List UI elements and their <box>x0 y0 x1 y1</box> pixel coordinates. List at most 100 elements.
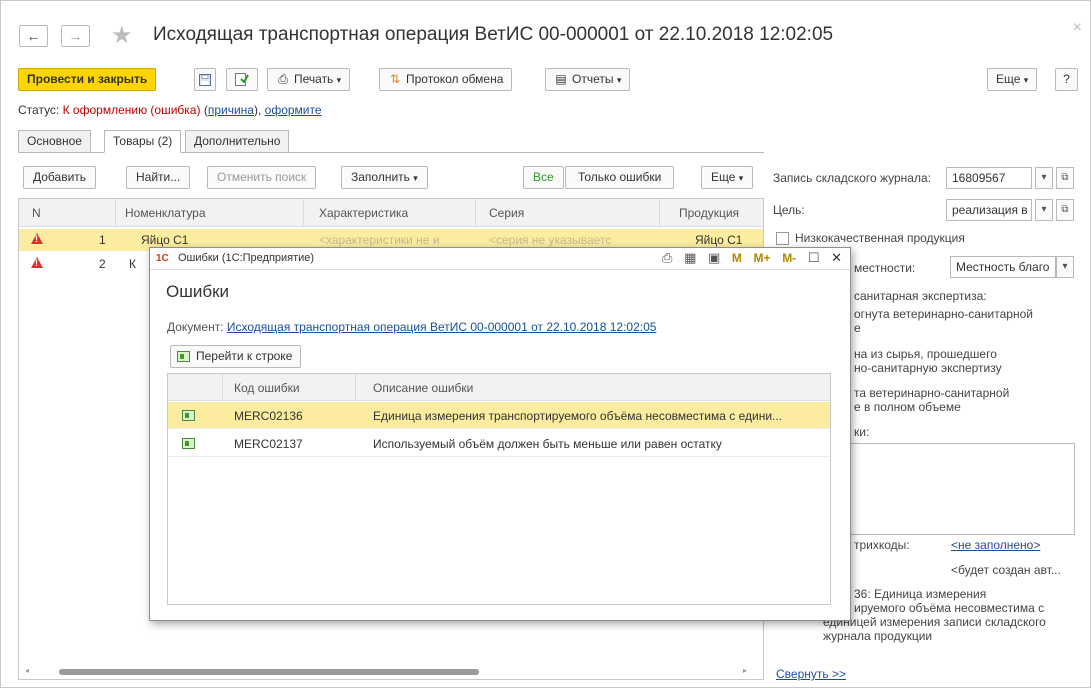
col-error-description[interactable]: Описание ошибки <box>373 381 473 395</box>
exchange-protocol-button[interactable]: ⇅ Протокол обмена <box>379 68 513 91</box>
scroll-left-icon[interactable]: ◂ <box>25 666 29 675</box>
vet-option-2[interactable]: на из сырья, прошедшего но-санитарную экс… <box>854 347 1002 375</box>
calendar-icon[interactable]: ▣ <box>708 250 720 265</box>
error-message-line-4: журнала продукции <box>823 629 933 643</box>
row-link-icon <box>182 410 195 421</box>
maximize-icon[interactable]: ☐ <box>808 250 820 265</box>
reports-button[interactable]: ▤ Отчеты ▾ <box>545 68 631 91</box>
journal-record-label: Запись складского журнала: <box>773 171 931 185</box>
horizontal-scrollbar[interactable]: ◂ ▸ <box>19 665 763 679</box>
goto-row-button[interactable]: Перейти к строке <box>170 345 302 368</box>
col-separator <box>355 374 356 401</box>
fill-label: Заполнить <box>351 170 410 184</box>
favorite-star-icon[interactable]: ★ <box>111 21 133 50</box>
add-button[interactable]: Добавить <box>23 166 97 189</box>
memory-minus-button[interactable]: M- <box>782 251 796 265</box>
back-arrow-icon: ← <box>26 28 41 44</box>
floppy-icon <box>199 74 211 86</box>
vet-option-3[interactable]: та ветеринарно-санитарной е в полном объе… <box>854 386 1009 414</box>
collapse-link[interactable]: Свернуть >> <box>776 667 846 681</box>
barcodes-link[interactable]: <не заполнено> <box>951 538 1040 552</box>
save-button[interactable] <box>194 68 216 91</box>
barcodes-label: трихкоды: <box>854 538 910 552</box>
error-code: MERC02137 <box>234 437 303 451</box>
close-icon[interactable]: × <box>1073 19 1082 37</box>
col-separator <box>659 199 660 227</box>
more-button[interactable]: Еще ▾ <box>987 68 1038 91</box>
open-icon[interactable]: ⧉ <box>1056 167 1074 189</box>
post-icon <box>235 73 249 86</box>
app-logo-icon: 1С <box>156 253 169 264</box>
chevron-down-icon: ▾ <box>336 75 342 85</box>
chevron-down-icon[interactable]: ▾ <box>1056 256 1074 278</box>
low-quality-checkbox[interactable] <box>776 232 789 245</box>
forward-button[interactable]: → <box>61 25 90 47</box>
find-button[interactable]: Найти... <box>126 166 191 189</box>
reason-link[interactable]: причина <box>208 103 254 117</box>
col-characteristic[interactable]: Характеристика <box>319 206 408 220</box>
warning-icon <box>31 257 43 268</box>
goal-label: Цель: <box>773 203 805 217</box>
vet-option-1-line-2: е <box>854 321 861 335</box>
print-label: Печать <box>294 72 334 86</box>
table-row[interactable]: MERC02137 Используемый объём должен быть… <box>168 430 830 457</box>
status-separator: , <box>257 103 265 117</box>
document-window: ← → ★ Исходящая транспортная операция Ве… <box>0 0 1091 688</box>
locality-field[interactable]: Местность благо <box>950 256 1056 278</box>
vet-expertise-label: санитарная экспертиза: <box>854 289 987 303</box>
tab-main[interactable]: Основное <box>18 130 91 153</box>
memory-button[interactable]: M <box>732 251 742 265</box>
table-row[interactable]: MERC02136 Единица измерения транспортиру… <box>168 402 830 429</box>
post-button[interactable] <box>226 68 258 91</box>
col-separator <box>115 199 116 227</box>
col-error-code[interactable]: Код ошибки <box>234 381 300 395</box>
printer-icon[interactable]: ⎙ <box>662 250 672 265</box>
row-nomenclature: Яйцо С1 <box>141 233 189 247</box>
open-icon[interactable]: ⧉ <box>1056 199 1074 221</box>
scroll-thumb[interactable] <box>59 669 479 675</box>
error-message-continued: единицей измерения записи складского жур… <box>823 615 1046 643</box>
post-and-close-button[interactable]: Провести и закрыть <box>18 68 157 91</box>
tab-additional[interactable]: Дополнительно <box>185 130 290 153</box>
reports-label: Отчеты <box>572 72 614 86</box>
tab-goods[interactable]: Товары (2) <box>104 130 182 153</box>
vet-option-2-line-1: на из сырья, прошедшего <box>854 347 997 361</box>
error-description: Единица измерения транспортируемого объё… <box>373 409 783 423</box>
goods-table-header: N Номенклатура Характеристика Серия Прод… <box>19 199 763 227</box>
vet-option-3-line-1: та ветеринарно-санитарной <box>854 386 1010 400</box>
register-link[interactable]: оформите <box>265 103 322 117</box>
row-nomenclature: К <box>129 257 136 271</box>
error-message: 36: Единица измерения ируемого объёма не… <box>854 587 1044 615</box>
error-message-line-2: ируемого объёма несовместима с <box>854 601 1045 615</box>
filter-errors-only-button[interactable]: Только ошибки <box>565 166 675 189</box>
status-prefix: Статус: <box>18 103 63 117</box>
chevron-down-icon[interactable]: ▾ <box>1035 199 1053 221</box>
goal-field[interactable]: реализация в <box>946 199 1032 221</box>
help-button[interactable]: ? <box>1055 68 1078 91</box>
vet-option-1-line-1: огнута ветеринарно-санитарной <box>854 307 1033 321</box>
back-button[interactable]: ← <box>19 25 48 47</box>
print-button[interactable]: ⎙ Печать ▾ <box>267 68 351 91</box>
row-number: 2 <box>99 257 106 271</box>
vet-option-1[interactable]: огнута ветеринарно-санитарной е <box>854 307 1033 335</box>
col-series[interactable]: Серия <box>489 206 524 220</box>
errors-table[interactable]: Код ошибки Описание ошибки MERC02136 Еди… <box>167 373 831 605</box>
fill-button[interactable]: Заполнить ▾ <box>341 166 428 189</box>
journal-record-field[interactable]: 16809567 <box>946 167 1032 189</box>
goto-row-icon <box>177 351 190 363</box>
memory-plus-button[interactable]: M+ <box>754 251 771 265</box>
cancel-search-button[interactable]: Отменить поиск <box>207 166 317 189</box>
col-separator <box>475 199 476 227</box>
col-product[interactable]: Продукция <box>679 206 739 220</box>
document-link[interactable]: Исходящая транспортная операция ВетИС 00… <box>227 320 657 334</box>
col-n[interactable]: N <box>32 206 41 220</box>
chevron-down-icon[interactable]: ▾ <box>1035 167 1053 189</box>
items-more-button[interactable]: Еще ▾ <box>701 166 754 189</box>
error-code: MERC02136 <box>234 409 303 423</box>
col-nomenclature[interactable]: Номенклатура <box>125 206 206 220</box>
table-icon[interactable]: ▦ <box>684 250 696 265</box>
col-separator <box>303 199 304 227</box>
scroll-right-icon[interactable]: ▸ <box>743 666 747 675</box>
filter-all-button[interactable]: Все <box>523 166 564 189</box>
close-icon[interactable]: ✕ <box>831 250 842 265</box>
